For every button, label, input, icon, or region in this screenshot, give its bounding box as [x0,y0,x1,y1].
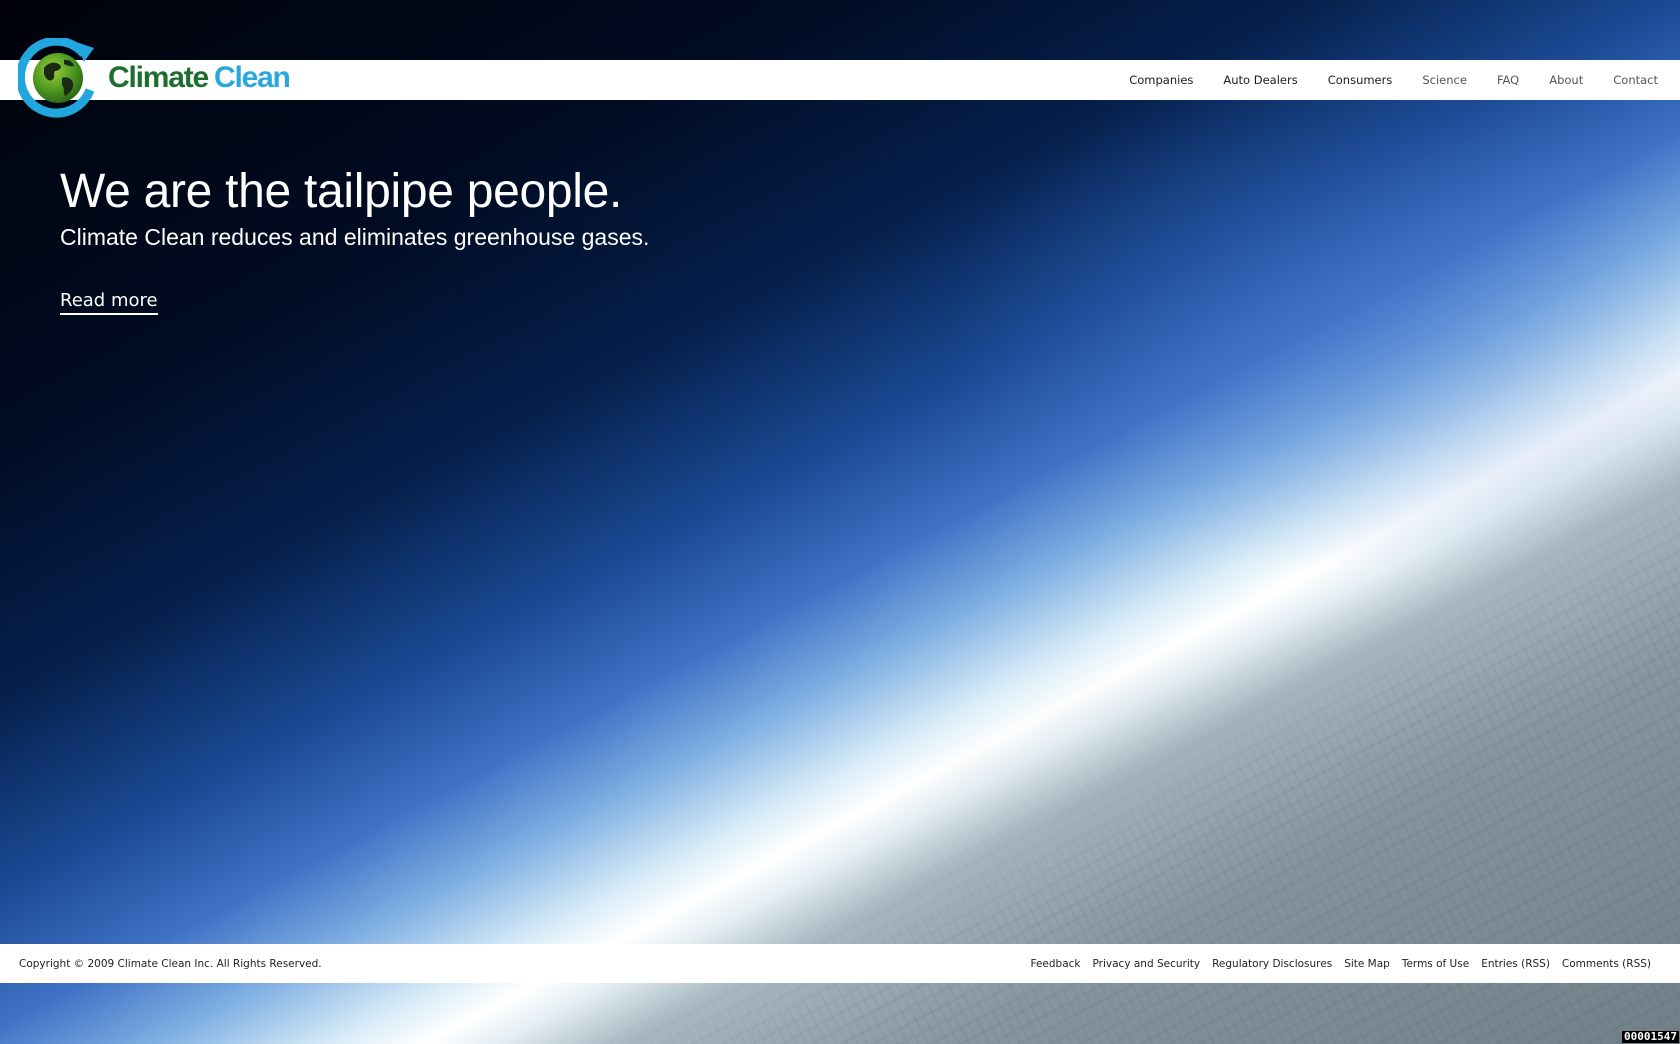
brand-name-part1: Climate [108,61,209,94]
nav-about[interactable]: About [1549,73,1583,87]
footer-link-terms[interactable]: Terms of Use [1402,958,1469,970]
globe-arrow-icon [18,38,95,118]
footer-link-regulatory[interactable]: Regulatory Disclosures [1212,958,1332,970]
footer-link-comments-rss[interactable]: Comments (RSS) [1562,958,1651,970]
footer-link-site-map[interactable]: Site Map [1344,958,1390,970]
nav-consumers[interactable]: Consumers [1328,73,1393,87]
footer-link-feedback[interactable]: Feedback [1031,958,1081,970]
copyright-text: Copyright © 2009 Climate Clean Inc. All … [19,957,322,970]
nav-auto-dealers[interactable]: Auto Dealers [1223,73,1297,87]
nav-contact[interactable]: Contact [1613,73,1658,87]
read-more-link[interactable]: Read more [60,290,158,315]
footer-bar: Copyright © 2009 Climate Clean Inc. All … [0,944,1680,983]
earth-surface-texture [0,0,1680,1044]
footer-link-privacy[interactable]: Privacy and Security [1093,958,1201,970]
site-logo[interactable]: Climate Clean [18,36,308,120]
footer-links: Feedback Privacy and Security Regulatory… [1019,944,1652,983]
brand-name-part2: Clean [213,61,291,94]
main-nav: Companies Auto Dealers Consumers Science… [1099,60,1658,100]
brand-name: Climate Clean [108,61,291,94]
footer-link-entries-rss[interactable]: Entries (RSS) [1481,958,1550,970]
hero-title: We are the tailpipe people. [60,165,623,218]
nav-faq[interactable]: FAQ [1497,73,1519,87]
nav-companies[interactable]: Companies [1129,73,1193,87]
hero-background-earth-image [0,0,1680,1044]
page-counter: 00001547 [1622,1030,1679,1043]
nav-science[interactable]: Science [1422,73,1467,87]
hero-subtitle: Climate Clean reduces and eliminates gre… [60,224,650,250]
